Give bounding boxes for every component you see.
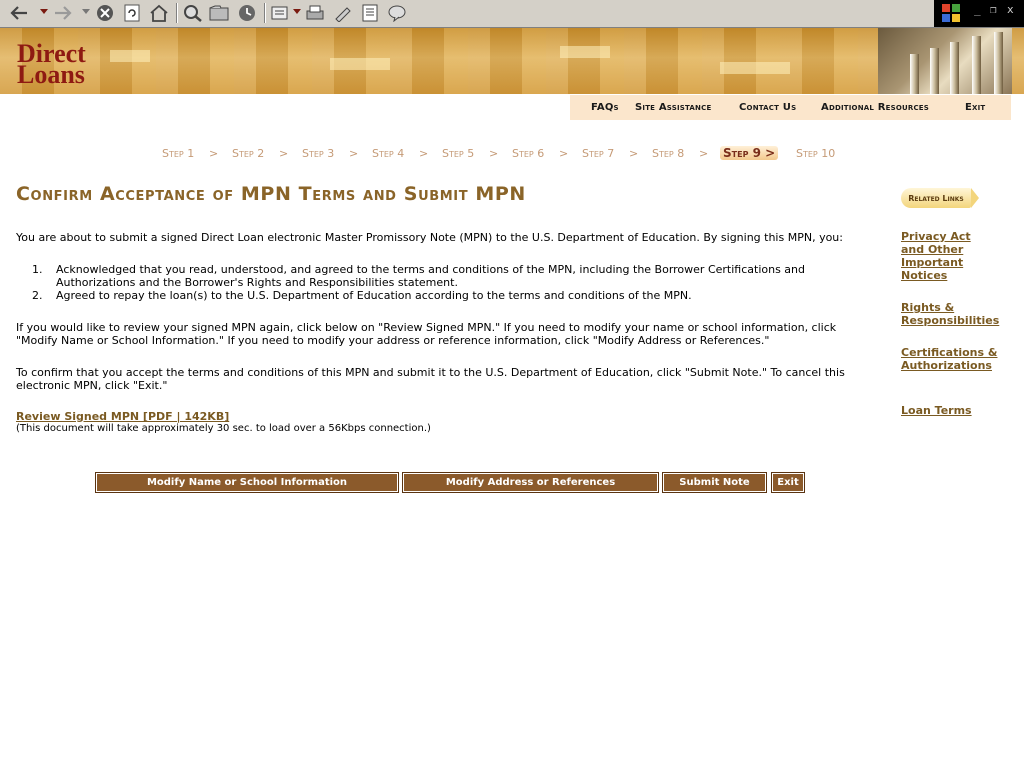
stop-icon[interactable] xyxy=(95,3,115,23)
page-title: Confirm Acceptance of MPN Terms and Subm… xyxy=(16,183,526,205)
toolbar-separator xyxy=(176,3,178,23)
nav-contact-us[interactable]: Contact Us xyxy=(739,102,796,113)
step-item: Step 6 xyxy=(512,147,545,160)
related-links-badge: Related Links xyxy=(901,188,979,208)
mail-dropdown-icon[interactable] xyxy=(293,9,301,14)
nav-exit[interactable]: Exit xyxy=(965,102,985,113)
step-separator: > xyxy=(489,147,499,160)
step-item-current: Step 9 > xyxy=(720,146,779,160)
search-icon[interactable] xyxy=(182,3,204,23)
favorites-icon[interactable] xyxy=(208,3,230,23)
site-nav: FAQs Site Assistance Contact Us Addition… xyxy=(570,95,1011,120)
step-separator: > xyxy=(629,147,639,160)
step-progress: Step 1 > Step 2 > Step 3 > Step 4 > Step… xyxy=(162,146,862,163)
review-instructions: If you would like to review your signed … xyxy=(16,321,837,347)
step-separator: > xyxy=(209,147,219,160)
list-item: 1. Acknowledged that you read, understoo… xyxy=(32,263,805,289)
refresh-icon[interactable] xyxy=(122,3,142,23)
related-link-certifications[interactable]: Certifications & Authorizations xyxy=(901,346,1001,372)
confirm-instructions: To confirm that you accept the terms and… xyxy=(16,366,845,392)
history-icon[interactable] xyxy=(236,3,258,23)
step-separator: > xyxy=(279,147,289,160)
step-separator: > xyxy=(349,147,359,160)
pdf-load-note: (This document will take approximately 3… xyxy=(16,423,431,434)
step-separator: > xyxy=(699,147,709,160)
step-item: Step 8 xyxy=(652,147,685,160)
edit-icon[interactable] xyxy=(332,3,354,23)
nav-site-assistance[interactable]: Site Assistance xyxy=(635,102,711,113)
review-signed-mpn-link[interactable]: Review Signed MPN [PDF | 142KB] xyxy=(16,410,229,423)
site-banner xyxy=(0,28,1024,94)
step-item: Step 10 xyxy=(796,147,836,160)
modify-name-school-button[interactable]: Modify Name or School Information xyxy=(95,472,399,493)
step-item: Step 4 xyxy=(372,147,405,160)
step-item: Step 7 xyxy=(582,147,615,160)
window-controls: _ ❐ x xyxy=(934,0,1024,27)
discuss-icon[interactable] xyxy=(360,3,380,23)
windows-logo-icon xyxy=(942,4,960,22)
direct-loans-logo[interactable]: Direct Loans xyxy=(0,28,102,94)
mail-icon[interactable] xyxy=(270,3,292,23)
step-item: Step 1 xyxy=(162,147,195,160)
forward-dropdown-icon[interactable] xyxy=(82,9,90,14)
nav-faqs[interactable]: FAQs xyxy=(591,102,619,113)
step-separator: > xyxy=(419,147,429,160)
logo-text: Loans xyxy=(17,60,85,89)
toolbar-separator xyxy=(264,3,266,23)
exit-button[interactable]: Exit xyxy=(771,472,805,493)
step-separator: > xyxy=(559,147,569,160)
modify-address-references-button[interactable]: Modify Address or References xyxy=(402,472,659,493)
messenger-icon[interactable] xyxy=(386,3,408,23)
back-arrow-icon[interactable] xyxy=(8,3,30,23)
minimize-icon[interactable]: _ xyxy=(974,3,981,16)
acknowledgement-list: 1. Acknowledged that you read, understoo… xyxy=(16,263,878,302)
submit-note-button[interactable]: Submit Note xyxy=(662,472,767,493)
list-item: 2. Agreed to repay the loan(s) to the U.… xyxy=(32,289,692,302)
intro-text: You are about to submit a signed Direct … xyxy=(16,231,843,244)
building-columns-image xyxy=(878,28,1012,94)
related-link-rights-responsibilities[interactable]: Rights & Responsibilities xyxy=(901,301,1011,327)
close-icon[interactable]: x xyxy=(1007,3,1014,16)
back-dropdown-icon[interactable] xyxy=(40,9,48,14)
nav-additional-resources[interactable]: Additional Resources xyxy=(821,102,929,113)
forward-arrow-icon[interactable] xyxy=(52,3,74,23)
step-item: Step 5 xyxy=(442,147,475,160)
browser-toolbar: _ ❐ x xyxy=(0,0,1024,28)
restore-icon[interactable]: ❐ xyxy=(990,3,997,16)
related-link-privacy-act[interactable]: Privacy Act and Other Important Notices xyxy=(901,230,981,282)
step-item: Step 3 xyxy=(302,147,335,160)
related-link-loan-terms[interactable]: Loan Terms xyxy=(901,404,1011,417)
home-icon[interactable] xyxy=(148,3,170,23)
step-item: Step 2 xyxy=(232,147,265,160)
print-icon[interactable] xyxy=(304,3,326,23)
